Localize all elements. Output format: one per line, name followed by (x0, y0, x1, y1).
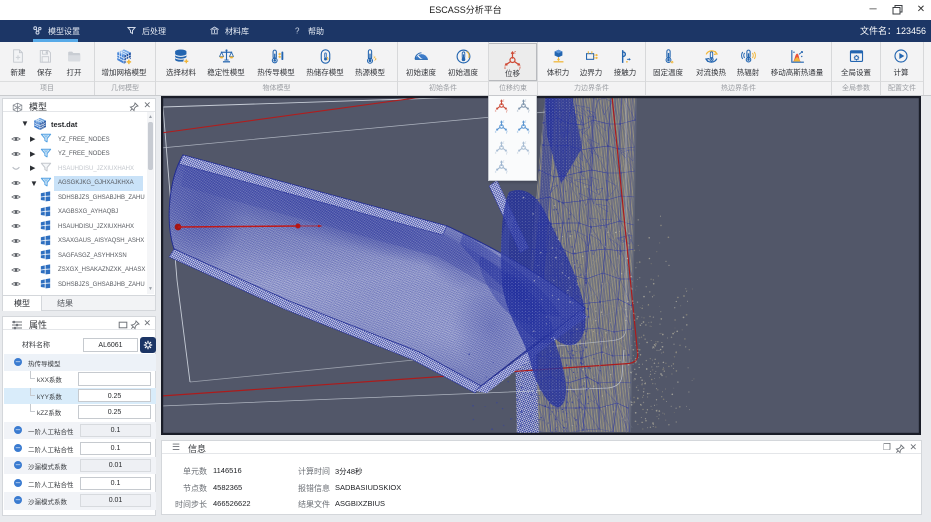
svg-text:?: ? (295, 27, 300, 36)
